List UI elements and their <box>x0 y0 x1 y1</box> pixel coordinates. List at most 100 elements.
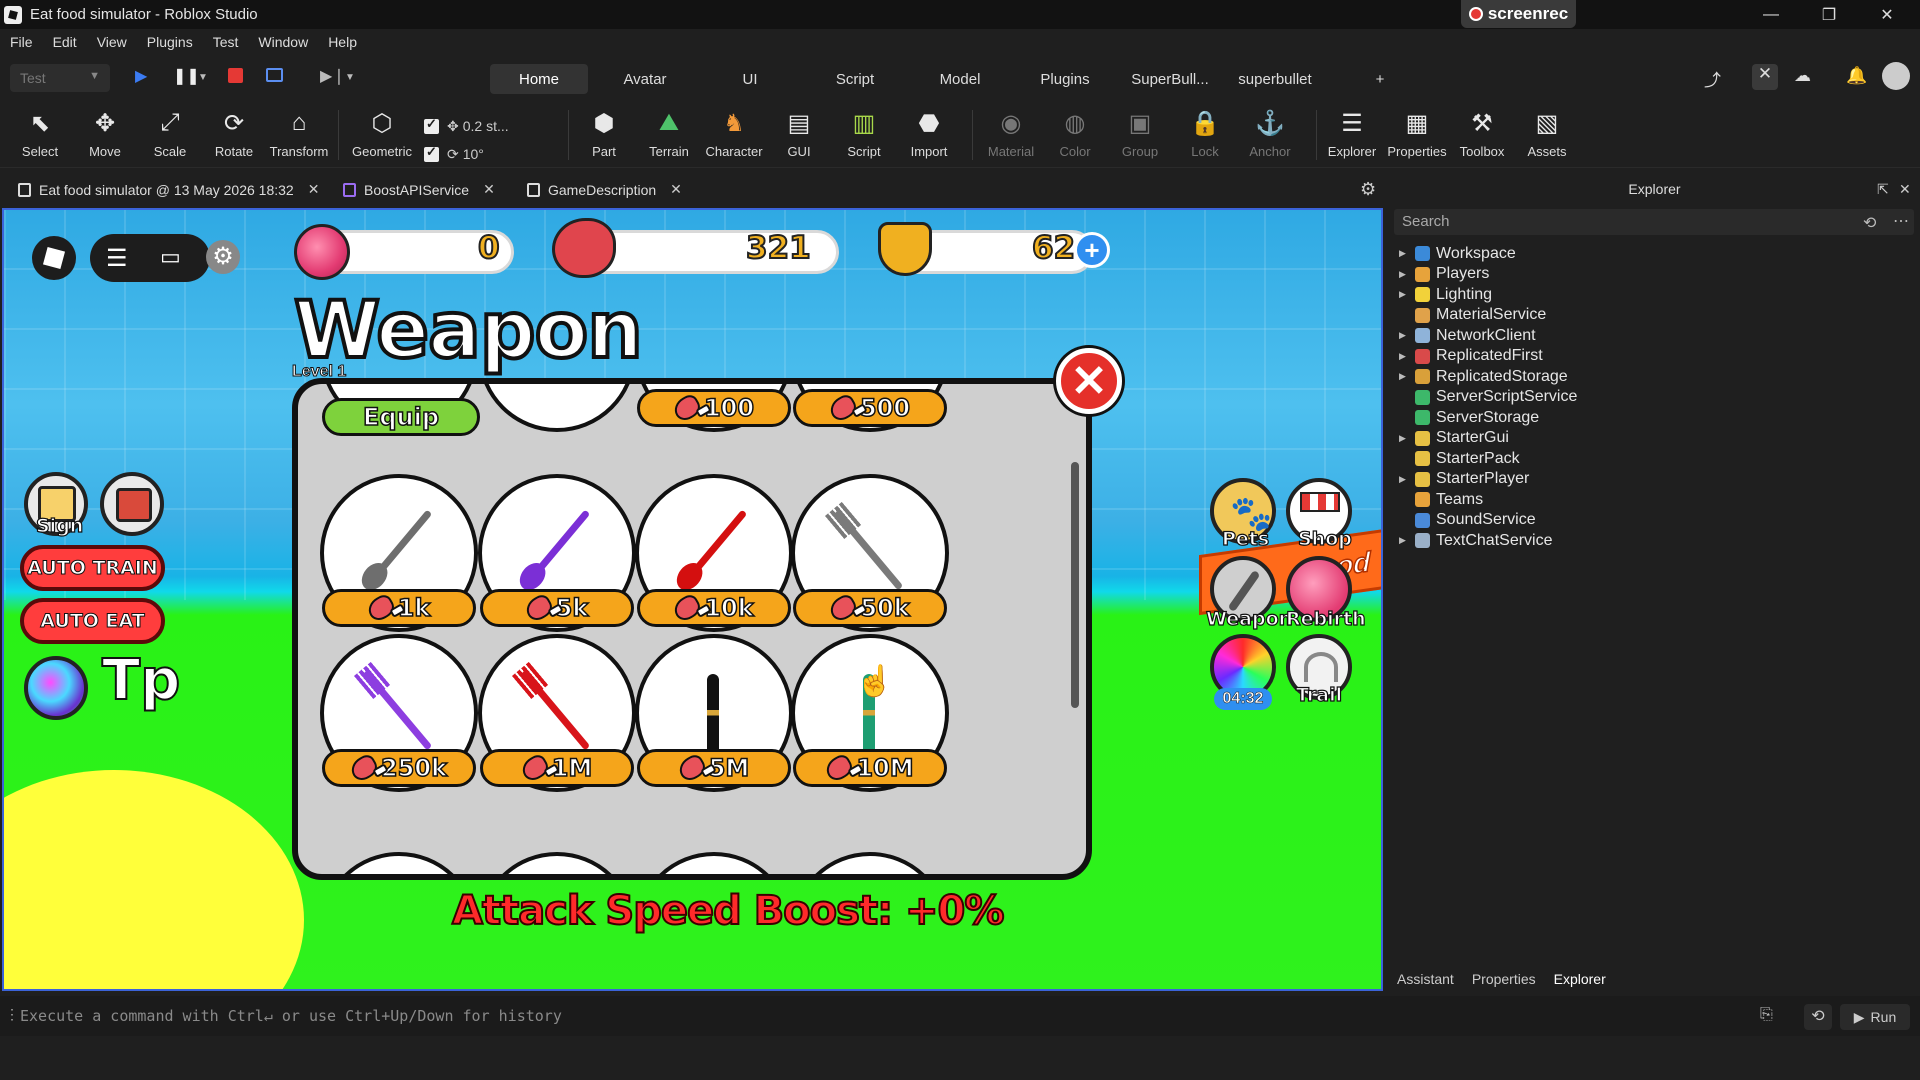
cloud-icon[interactable]: ☁ <box>1794 66 1811 86</box>
weapon-item[interactable] <box>478 852 636 874</box>
tab-home[interactable]: Home <box>490 64 588 94</box>
game-viewport[interactable]: Food ns ☰ ▭ ⚙ 0 321 62 + Weapon Level 1 … <box>2 208 1383 991</box>
notifications-bell-icon[interactable]: 🔔 <box>1846 66 1867 86</box>
transform-tool[interactable]: ⌂ Transform <box>269 108 329 166</box>
equip-button[interactable]: Equip <box>322 398 480 436</box>
step-dropdown-icon[interactable]: ▼ <box>345 72 355 83</box>
expand-arrow-icon[interactable]: ▶ <box>1399 535 1411 546</box>
menu-plugins[interactable]: Plugins <box>147 34 193 50</box>
play-icon[interactable]: ▶ <box>135 66 147 86</box>
menu-window[interactable]: Window <box>258 34 308 50</box>
expand-arrow-icon[interactable]: ▶ <box>1399 371 1411 382</box>
toolbox-tool[interactable]: ⚒ Toolbox <box>1452 108 1512 166</box>
hamburger-menu-icon[interactable]: ☰ <box>106 244 128 273</box>
viewport-settings-icon[interactable]: ⚙ <box>1360 179 1376 200</box>
client-server-icon[interactable] <box>266 68 283 82</box>
weapon-item[interactable]: 100 <box>635 384 793 432</box>
select-tool[interactable]: ⬉ Select <box>10 108 70 166</box>
tab-plugins[interactable]: Plugins <box>1025 64 1105 94</box>
weapon-item[interactable] <box>791 852 949 874</box>
tab-model[interactable]: Model <box>920 64 1000 94</box>
gift-button[interactable] <box>100 472 164 536</box>
lock-tool[interactable]: 🔒 Lock <box>1175 108 1235 166</box>
test-mode-select[interactable]: Test ▼ <box>10 64 110 92</box>
weapon-item[interactable]: 1k <box>320 474 478 632</box>
pause-dropdown-icon[interactable]: ▼ <box>198 72 208 83</box>
move-snap-checkbox[interactable] <box>424 116 439 134</box>
explorer-search-input[interactable]: Search <box>1394 209 1914 235</box>
color-tool[interactable]: ◍ Color <box>1045 108 1105 166</box>
minimize-button[interactable]: — <box>1742 0 1800 29</box>
doc-tab-boostapiservice[interactable]: BoostAPIService ✕ <box>343 175 495 204</box>
geometric-tool[interactable]: ⬡ Geometric <box>352 108 412 166</box>
close-panel-icon[interactable]: ✕ <box>1899 181 1911 198</box>
tab-explorer[interactable]: Explorer <box>1554 971 1606 987</box>
tab-properties[interactable]: Properties <box>1472 971 1536 987</box>
close-tab-icon[interactable]: ✕ <box>670 181 682 198</box>
run-command-button[interactable]: ▶ Run <box>1840 1004 1910 1030</box>
spin-wheel-button[interactable] <box>24 656 88 720</box>
weapon-item[interactable]: 1M <box>478 634 636 792</box>
expand-arrow-icon[interactable]: ▶ <box>1399 433 1411 444</box>
close-tab-icon[interactable]: ✕ <box>483 181 495 198</box>
gui-tool[interactable]: ▤ GUI <box>769 108 829 166</box>
restore-button[interactable]: ❐ <box>1800 0 1858 29</box>
close-tab-icon[interactable]: ✕ <box>308 181 320 198</box>
group-tool[interactable]: ▣ Group <box>1110 108 1170 166</box>
close-panel-button[interactable]: ✕ <box>1056 348 1122 414</box>
expand-arrow-icon[interactable]: ▶ <box>1399 289 1411 300</box>
pause-icon[interactable]: ❚❚ <box>173 66 200 86</box>
doc-tab-place[interactable]: Eat food simulator @ 13 May 2026 18:32 ✕ <box>18 175 319 204</box>
terrain-tool[interactable]: ⛰ Terrain <box>639 108 699 166</box>
explorer-item-textchatservice[interactable]: ▶ TextChatService <box>1389 528 1919 553</box>
menu-help[interactable]: Help <box>328 34 357 50</box>
weapon-item[interactable] <box>478 384 636 432</box>
add-tab-button[interactable]: + <box>1365 64 1395 94</box>
auto-train-button[interactable]: AUTO TRAIN <box>20 545 165 591</box>
tab-ui[interactable]: UI <box>710 64 790 94</box>
weapon-item[interactable]: 500 <box>791 384 949 432</box>
chat-icon[interactable]: ▭ <box>160 244 181 270</box>
settings-gear-icon[interactable]: ⚙ <box>206 240 240 274</box>
screenrec-badge[interactable]: screenrec <box>1461 0 1576 28</box>
doc-tab-gamedescription[interactable]: GameDescription ✕ <box>527 175 682 204</box>
tab-superbull[interactable]: SuperBull... <box>1120 64 1220 94</box>
menu-view[interactable]: View <box>97 34 127 50</box>
character-tool[interactable]: ♞ Character <box>704 108 764 166</box>
user-avatar[interactable] <box>1882 62 1910 90</box>
auto-eat-button[interactable]: AUTO EAT <box>20 598 165 644</box>
tab-script[interactable]: Script <box>815 64 895 94</box>
weapon-item[interactable]: 10k <box>635 474 793 632</box>
tab-superbullet[interactable]: superbullet <box>1225 64 1325 94</box>
expand-arrow-icon[interactable]: ▶ <box>1399 351 1411 362</box>
roblox-menu-button[interactable] <box>32 236 76 280</box>
more-options-icon[interactable]: ⋯ <box>1893 211 1909 231</box>
anchor-tool[interactable]: ⚓ Anchor <box>1240 108 1300 166</box>
undock-icon[interactable]: ⇱ <box>1877 181 1889 198</box>
weapon-item[interactable]: 50k <box>791 474 949 632</box>
weapon-item[interactable]: 5k <box>478 474 636 632</box>
panel-scrollbar[interactable] <box>1071 462 1079 708</box>
close-window-button[interactable]: ✕ <box>1858 0 1916 29</box>
menu-file[interactable]: File <box>10 34 33 50</box>
expand-arrow-icon[interactable]: ▶ <box>1399 474 1411 485</box>
weapon-item[interactable] <box>320 852 478 874</box>
share-icon[interactable]: ⤴ <box>1704 66 1721 91</box>
rotate-increment-field[interactable]: ⟳10° <box>424 142 534 166</box>
part-tool[interactable]: ⬢ Part <box>574 108 634 166</box>
history-icon[interactable]: ⟲ <box>1863 213 1876 233</box>
command-input[interactable]: Execute a command with Ctrl↵ or use Ctrl… <box>20 1007 562 1025</box>
weapon-item[interactable]: 250k <box>320 634 478 792</box>
expand-arrow-icon[interactable]: ▶ <box>1399 269 1411 280</box>
collaborate-icon[interactable]: ✕ <box>1752 64 1778 90</box>
teleport-button[interactable]: Tp <box>101 647 181 714</box>
move-tool[interactable]: ✥ Move <box>75 108 135 166</box>
expand-arrow-icon[interactable]: ▶ <box>1399 248 1411 259</box>
menu-edit[interactable]: Edit <box>53 34 77 50</box>
step-icon[interactable]: ▶❘ <box>320 66 346 86</box>
material-tool[interactable]: ◉ Material <box>981 108 1041 166</box>
rotate-tool[interactable]: ⟳ Rotate <box>204 108 264 166</box>
properties-tool[interactable]: ▦ Properties <box>1387 108 1447 166</box>
bookmark-icon[interactable]: ⎘ <box>1760 1006 1773 1024</box>
scale-tool[interactable]: ⤢ Scale <box>140 108 200 166</box>
